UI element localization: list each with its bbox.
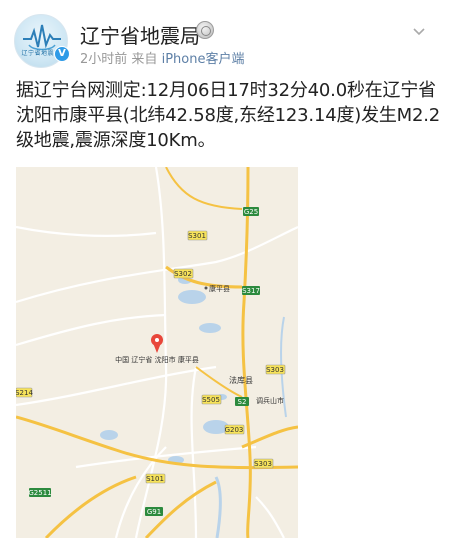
map-image[interactable]: G25 S301 S302 S317 S303 S2 S505 S214 G20…: [16, 167, 298, 538]
client-link[interactable]: iPhone客户端: [162, 52, 245, 67]
road-label-s505: S505: [202, 396, 220, 404]
road-label-s214: S214: [16, 389, 33, 397]
road-label-g25: G25: [244, 208, 258, 216]
road-label-s302: S302: [174, 270, 192, 278]
road-label-s303-north: S303: [266, 366, 284, 374]
medal-icon: [196, 21, 214, 39]
post-header: 辽宁省地震局 V 辽宁省地震局 2小时前 来自 iPhone客户端: [0, 0, 450, 72]
post-body: 据辽宁台网测定:12月06日17时32分40.0秒在辽宁省沈阳市康平县(北纬42…: [16, 80, 441, 151]
source-prefix: 来自: [131, 52, 158, 67]
road-label-g2511: G2511: [28, 489, 51, 497]
post-meta: 2小时前 来自 iPhone客户端: [80, 48, 244, 67]
map-canvas: G25 S301 S302 S317 S303 S2 S505 S214 G20…: [16, 167, 298, 538]
place-label-tiaobing: 调兵山市: [256, 396, 284, 405]
post-time: 2小时前: [80, 52, 128, 67]
verified-badge-icon: V: [54, 46, 70, 62]
place-label-kangping: 康平县: [209, 284, 230, 293]
road-label-s301: S301: [188, 232, 206, 240]
pin-location-label: 中国 辽宁省 沈阳市 康平县: [115, 355, 199, 364]
chevron-down-icon[interactable]: [412, 24, 426, 38]
road-label-s2: S2: [238, 398, 247, 406]
account-name[interactable]: 辽宁省地震局: [80, 20, 200, 49]
road-label-s303-south: S303: [254, 460, 272, 468]
road-label-g91: G91: [147, 508, 161, 516]
road-label-g203: G203: [225, 426, 244, 434]
road-label-s317: S317: [242, 287, 260, 295]
place-label-faku: 法库县: [229, 375, 253, 385]
road-label-s101: S101: [146, 475, 164, 483]
